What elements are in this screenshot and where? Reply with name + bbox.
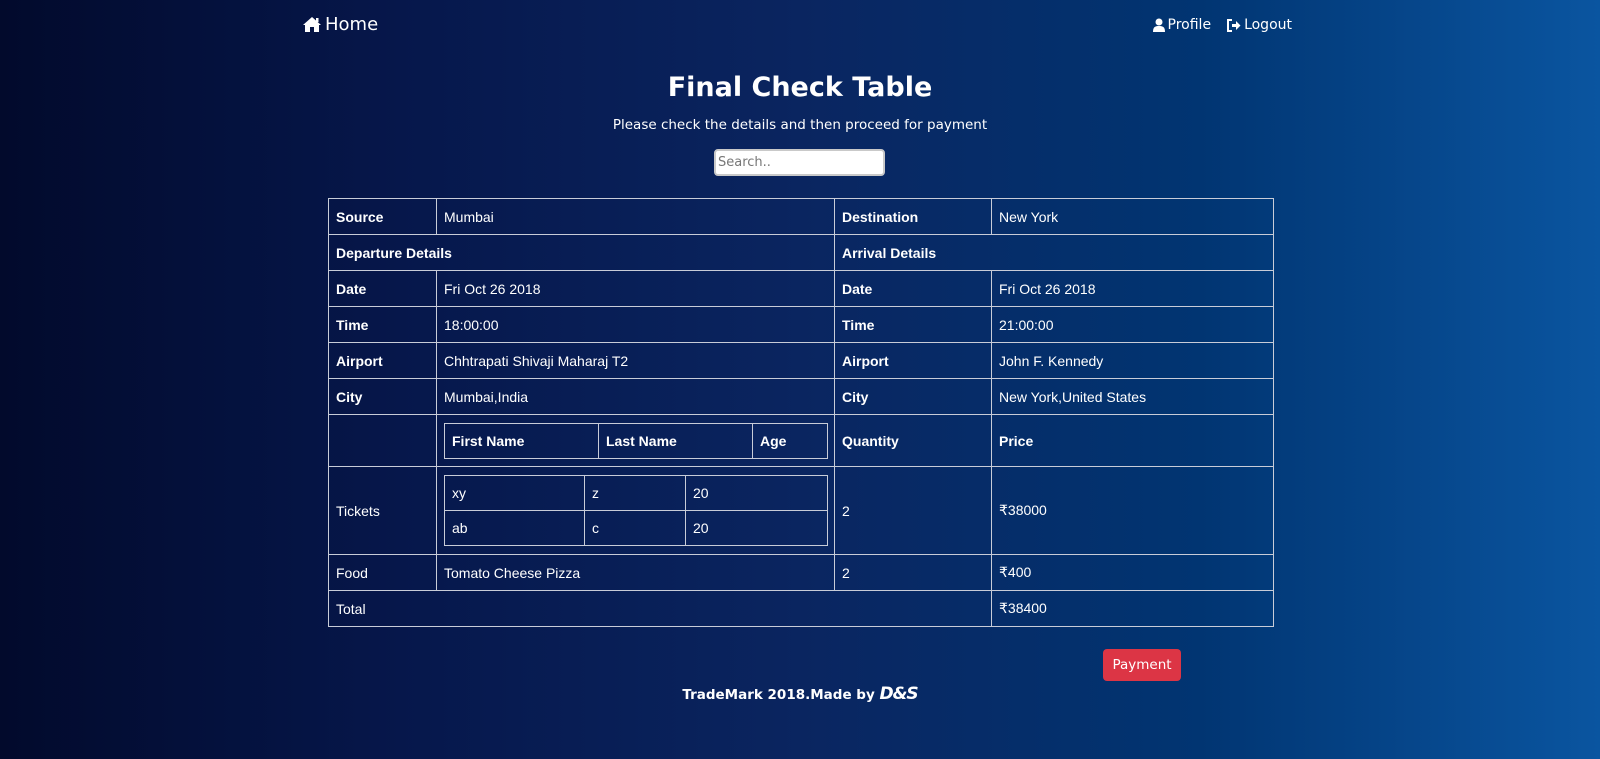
passenger-age: 20 [685,510,828,546]
departure-city-label: City [328,378,437,415]
table-row: Departure Details Arrival Details [328,234,1274,271]
user-icon [1152,18,1165,32]
footer-text: TradeMark 2018.Made by [682,687,875,703]
navbar: Home Profile Logout [0,0,1600,52]
table-row: City Mumbai,India City New York,United S… [328,378,1274,415]
passenger-row: ab c 20 [444,510,828,546]
profile-label: Profile [1167,17,1212,33]
tickets-quantity: 2 [834,466,992,555]
table-row: Food Tomato Cheese Pizza 2 ₹400 [328,554,1274,591]
table-row: Tickets xy z 20 ab c 20 2 ₹38000 [328,466,1274,555]
departure-time-label: Time [328,306,437,343]
passenger-header-cell: First Name Last Name Age [436,414,835,467]
logout-link[interactable]: Logout [1227,17,1292,33]
tickets-price: ₹38000 [991,466,1274,555]
home-label: Home [325,14,379,35]
arrival-time: 21:00:00 [991,306,1274,343]
age-header: Age [752,422,828,459]
logout-label: Logout [1244,17,1292,33]
arrival-airport-label: Airport [834,342,992,379]
sign-out-icon [1227,18,1241,32]
home-icon [302,16,322,33]
source-value: Mumbai [436,198,835,235]
table-row: Date Fri Oct 26 2018 Date Fri Oct 26 201… [328,270,1274,307]
profile-link[interactable]: Profile [1152,17,1212,33]
arrival-date: Fri Oct 26 2018 [991,270,1274,307]
price-header: Price [991,414,1274,467]
total-label: Total [328,590,992,627]
departure-airport: Chhtrapati Shivaji Maharaj T2 [436,342,835,379]
last-name-header: Last Name [598,422,753,459]
departure-airport-label: Airport [328,342,437,379]
arrival-time-label: Time [834,306,992,343]
passenger-header-table: First Name Last Name Age [444,422,828,459]
first-name-header: First Name [444,422,599,459]
passenger-row: xy z 20 [444,475,828,511]
passenger-age: 20 [685,475,828,511]
empty-cell [328,414,437,467]
page-title: Final Check Table [667,72,933,103]
food-price: ₹400 [991,554,1274,591]
payment-button[interactable]: Payment [1103,649,1181,681]
arrival-heading: Arrival Details [834,234,1274,271]
page-subtitle: Please check the details and then procee… [612,117,988,133]
table-row: Airport Chhtrapati Shivaji Maharaj T2 Ai… [328,342,1274,379]
food-item: Tomato Cheese Pizza [436,554,835,591]
table-row: Time 18:00:00 Time 21:00:00 [328,306,1274,343]
footer: TradeMark 2018.Made by D&S [0,684,1600,704]
tickets-label: Tickets [328,466,437,555]
search-input[interactable] [714,149,885,176]
food-quantity: 2 [834,554,992,591]
passenger-last-name: c [584,510,686,546]
food-label: Food [328,554,437,591]
departure-heading: Departure Details [328,234,835,271]
brand-logo: D&S [879,684,918,704]
arrival-city: New York,United States [991,378,1274,415]
arrival-airport: John F. Kennedy [991,342,1274,379]
departure-date-label: Date [328,270,437,307]
passenger-first-name: xy [444,475,585,511]
arrival-date-label: Date [834,270,992,307]
source-label: Source [328,198,437,235]
departure-city: Mumbai,India [436,378,835,415]
home-link[interactable]: Home [302,14,378,35]
table-row: Source Mumbai Destination New York [328,198,1274,235]
destination-label: Destination [834,198,992,235]
passenger-first-name: ab [444,510,585,546]
departure-time: 18:00:00 [436,306,835,343]
quantity-header: Quantity [834,414,992,467]
passenger-list-cell: xy z 20 ab c 20 [436,466,835,555]
destination-value: New York [991,198,1274,235]
total-price: ₹38400 [991,590,1274,627]
final-check-table: Source Mumbai Destination New York Depar… [328,198,1274,627]
table-row: First Name Last Name Age Quantity Price [328,414,1274,467]
arrival-city-label: City [834,378,992,415]
table-row: Total ₹38400 [328,590,1274,627]
passenger-last-name: z [584,475,686,511]
passenger-table: xy z 20 ab c 20 [444,475,828,546]
departure-date: Fri Oct 26 2018 [436,270,835,307]
